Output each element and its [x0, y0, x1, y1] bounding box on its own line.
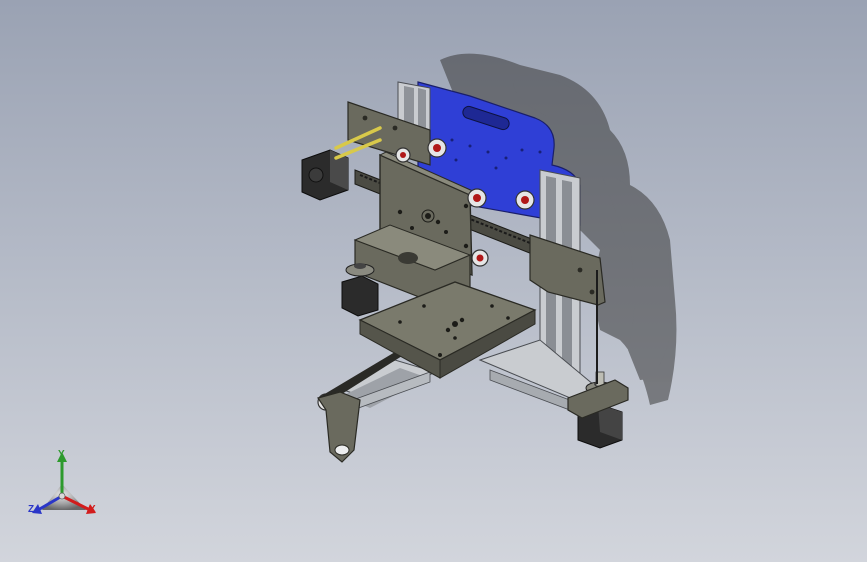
- stepper-motor-left[interactable]: [341, 263, 379, 317]
- cad-model[interactable]: [0, 0, 867, 562]
- triad-z-label: Z: [28, 504, 35, 515]
- pivot-bracket[interactable]: [317, 391, 361, 463]
- triad-y-label: Y: [58, 449, 65, 460]
- orientation-triad[interactable]: Y X Z: [24, 446, 108, 524]
- graphics-viewport[interactable]: Y X Z: [0, 0, 867, 562]
- triad-x-label: X: [89, 504, 96, 515]
